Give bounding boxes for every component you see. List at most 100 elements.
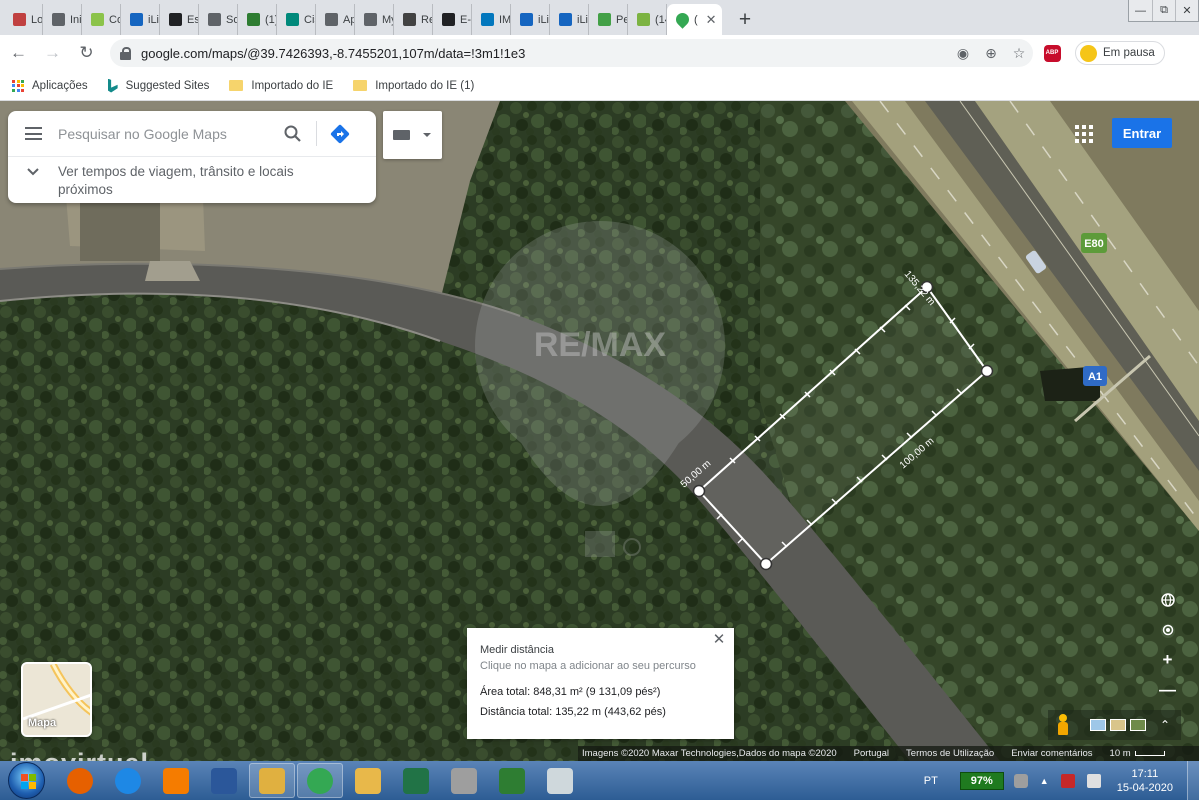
measure-point[interactable]: [759, 557, 773, 571]
forward-button[interactable]: →: [37, 38, 68, 69]
internet-explorer-icon: [115, 767, 141, 794]
taskbar-chrome[interactable]: [297, 763, 343, 798]
bookmark-label: Suggested Sites: [125, 79, 210, 92]
expand-icon[interactable]: ⌃: [1160, 718, 1170, 732]
svg-text:A1: A1: [1088, 371, 1102, 383]
clock[interactable]: 17:11 15-04-2020: [1117, 767, 1173, 795]
globe-icon[interactable]: [1154, 585, 1181, 615]
zoom-in-button[interactable]: +: [1154, 645, 1181, 675]
browser-tab[interactable]: Apa: [316, 4, 355, 35]
imagery-thumb[interactable]: [1130, 719, 1146, 731]
restore-button[interactable]: ⧉: [1152, 0, 1175, 21]
taskbar-excel[interactable]: [393, 763, 439, 798]
measure-point[interactable]: [692, 484, 706, 498]
tab-label: (: [694, 13, 698, 26]
maps-pin-icon: [673, 10, 692, 29]
browser-tab[interactable]: Cor: [82, 4, 121, 35]
tab-favicon-icon: [403, 13, 416, 26]
tab-label: Ped: [616, 13, 627, 26]
close-window-button[interactable]: ✕: [1175, 0, 1198, 21]
bookmark-folder-ie-1[interactable]: Importado do IE (1): [353, 80, 474, 92]
browser-tab[interactable]: E-M: [433, 4, 472, 35]
layer-toggle-button[interactable]: [383, 111, 442, 159]
search-input[interactable]: [58, 125, 278, 142]
tab-close-icon[interactable]: ✕: [706, 12, 717, 28]
search-icon[interactable]: [278, 125, 308, 143]
terms-link[interactable]: Termos de Utilização: [906, 748, 994, 759]
pegman-icon[interactable]: [1056, 714, 1070, 736]
measure-point[interactable]: [980, 364, 994, 378]
signin-button[interactable]: Entrar: [1112, 118, 1172, 148]
power-plug-icon[interactable]: [1013, 773, 1028, 788]
browser-tab[interactable]: Esta: [160, 4, 199, 35]
browser-tab[interactable]: Ped: [589, 4, 628, 35]
menu-icon[interactable]: [8, 127, 58, 140]
taskbar-word[interactable]: [201, 763, 247, 798]
browser-tab[interactable]: (1) \: [238, 4, 277, 35]
windows-taskbar: PT 97% ▲ 17:11 15-04-2020: [0, 761, 1199, 800]
browser-tab[interactable]: (14: [628, 4, 667, 35]
browser-tab[interactable]: IMC: [472, 4, 511, 35]
taskbar-media-player[interactable]: [153, 763, 199, 798]
my-location-icon[interactable]: [1154, 615, 1181, 645]
browser-tab-active[interactable]: (✕: [667, 4, 722, 35]
start-button[interactable]: [8, 762, 45, 799]
taskbar-signal-app[interactable]: [489, 763, 535, 798]
zoom-out-button[interactable]: —: [1154, 675, 1181, 705]
taskbar-wireless-app[interactable]: [537, 763, 583, 798]
browser-tab[interactable]: Soc: [199, 4, 238, 35]
taskbar-firefox[interactable]: [57, 763, 103, 798]
tab-favicon-icon: [130, 13, 143, 26]
trips-row[interactable]: Ver tempos de viagem, trânsito e locais …: [8, 157, 376, 199]
bookmark-suggested-sites[interactable]: Suggested Sites: [107, 78, 210, 93]
battery-indicator[interactable]: 97%: [959, 771, 1004, 790]
browser-tab[interactable]: Cisc: [277, 4, 316, 35]
feedback-link[interactable]: Enviar comentários: [1011, 748, 1092, 759]
browser-tab[interactable]: Ret: [394, 4, 433, 35]
imagery-thumb[interactable]: [1090, 719, 1106, 731]
browser-tab[interactable]: iList: [121, 4, 160, 35]
chevron-down-icon[interactable]: [8, 163, 58, 176]
taskbar-hp-app[interactable]: [441, 763, 487, 798]
road-badge-e80[interactable]: E80: [1081, 233, 1107, 253]
country-link[interactable]: Portugal: [854, 748, 889, 759]
google-apps-icon[interactable]: [1075, 125, 1093, 143]
reload-button[interactable]: ↻: [71, 38, 102, 69]
bookmark-folder-ie[interactable]: Importado do IE: [229, 80, 333, 92]
tray-expand-icon[interactable]: ▲: [1040, 776, 1049, 786]
close-icon[interactable]: ✕: [710, 630, 728, 648]
network-icon[interactable]: [1086, 773, 1101, 788]
bookmark-star-icon[interactable]: ☆: [1005, 45, 1033, 62]
tab-favicon-icon: [91, 13, 104, 26]
imagery-thumb[interactable]: [1110, 719, 1126, 731]
browser-tab[interactable]: Inic: [43, 4, 82, 35]
show-desktop-button[interactable]: [1187, 761, 1199, 800]
location-blocked-icon[interactable]: ◉: [949, 45, 977, 62]
browser-tab[interactable]: My: [355, 4, 394, 35]
language-indicator[interactable]: PT: [924, 775, 938, 787]
new-tab-button[interactable]: +: [728, 4, 762, 35]
road-badge-a1[interactable]: A1: [1083, 366, 1107, 386]
minimize-button[interactable]: —: [1129, 0, 1152, 21]
taskbar-internet-explorer[interactable]: [105, 763, 151, 798]
tab-label: Log: [31, 13, 43, 26]
address-bar[interactable]: google.com/maps/@39.7426393,-8.7455201,1…: [110, 39, 1033, 67]
taskbar-file-explorer[interactable]: [249, 763, 295, 798]
map-type-toggle[interactable]: Mapa: [21, 662, 92, 737]
bookmark-apps[interactable]: Aplicações: [12, 79, 88, 92]
lock-icon: [120, 46, 131, 60]
directions-icon[interactable]: [325, 123, 355, 145]
folder-icon: [229, 80, 244, 91]
back-button[interactable]: ←: [3, 38, 34, 69]
scale-label[interactable]: 10 m: [1110, 748, 1131, 759]
adblock-extension[interactable]: ABP: [1041, 42, 1063, 64]
browser-tab[interactable]: iList: [550, 4, 589, 35]
tab-favicon-icon: [52, 13, 65, 26]
security-icon[interactable]: [1060, 773, 1075, 788]
taskbar-outlook[interactable]: [345, 763, 391, 798]
browser-tab[interactable]: iList: [511, 4, 550, 35]
browser-tab[interactable]: Log: [4, 4, 43, 35]
profile-paused-button[interactable]: Em pausa: [1075, 41, 1165, 65]
search-card: Ver tempos de viagem, trânsito e locais …: [8, 111, 376, 203]
add-icon[interactable]: ⊕: [977, 45, 1005, 62]
